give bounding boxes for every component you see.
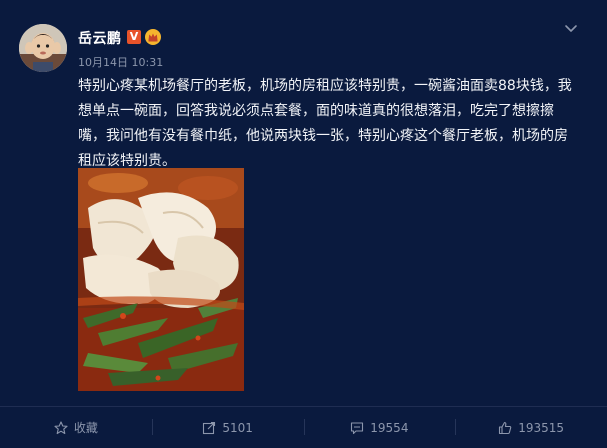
verified-v-icon: V [127,30,141,44]
comment-count: 19554 [370,420,409,435]
favorite-label: 收藏 [73,421,98,435]
weibo-post-card: 岳云鹏 V 10月14日 10:31 特别心疼某机场餐厅的老板，机场的房租应该特… [0,0,607,448]
chevron-down-icon[interactable] [563,20,579,36]
like-button[interactable]: 193515 [455,407,607,448]
favorite-button[interactable]: 收藏 [0,407,152,448]
repost-icon [203,421,216,434]
crown-icon [145,29,161,45]
avatar-image [19,24,67,72]
post-timestamp[interactable]: 10月14日 10:31 [78,54,163,70]
action-bar: 收藏 5101 19554 193515 [0,407,607,448]
star-icon [54,420,68,434]
post-text: 特别心疼某机场餐厅的老板，机场的房租应该特别贵，一碗酱油面卖88块钱，我想单点一… [78,78,572,169]
repost-count: 5101 [222,420,253,435]
repost-button[interactable]: 5101 [151,407,304,448]
noodle-photo-image [78,168,244,391]
comment-icon [351,421,364,434]
username[interactable]: 岳云鹏 [78,28,122,48]
noodle-photo[interactable] [78,168,244,391]
like-count: 193515 [518,420,565,435]
thumbs-up-icon [499,421,512,434]
comment-button[interactable]: 19554 [303,407,456,448]
avatar[interactable] [19,24,67,72]
